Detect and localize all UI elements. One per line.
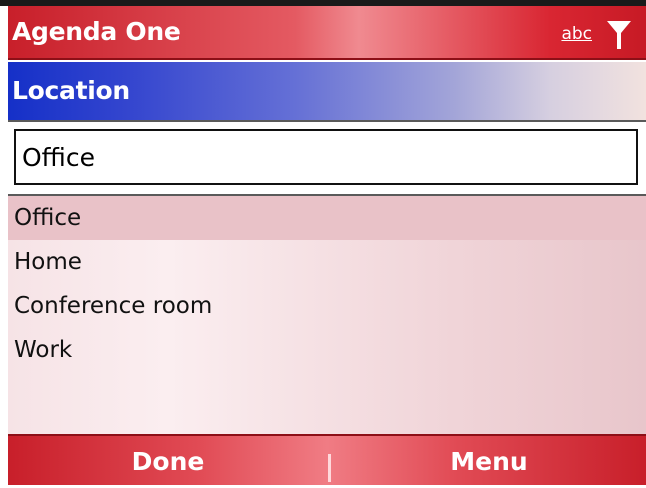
antenna-signal-icon	[607, 21, 631, 49]
location-input[interactable]	[14, 129, 638, 185]
softkey-divider	[328, 454, 331, 482]
suggestion-item-conference-room[interactable]: Conference room	[8, 284, 646, 328]
title-bar: Agenda One abc	[8, 6, 646, 60]
suggestion-item-home[interactable]: Home	[8, 240, 646, 284]
suggestion-list: Office Home Conference room Work	[8, 196, 646, 434]
suggestion-item-work[interactable]: Work	[8, 328, 646, 372]
done-softkey[interactable]: Done	[8, 436, 328, 485]
menu-softkey[interactable]: Menu	[332, 436, 646, 485]
app-title: Agenda One	[12, 17, 181, 46]
softkey-bar: Done Menu	[8, 434, 646, 485]
section-header: Location	[8, 62, 646, 120]
suggestion-item-office[interactable]: Office	[8, 196, 646, 240]
input-mode-indicator: abc	[561, 24, 592, 44]
location-input-area	[8, 120, 646, 196]
section-title: Location	[12, 76, 130, 105]
